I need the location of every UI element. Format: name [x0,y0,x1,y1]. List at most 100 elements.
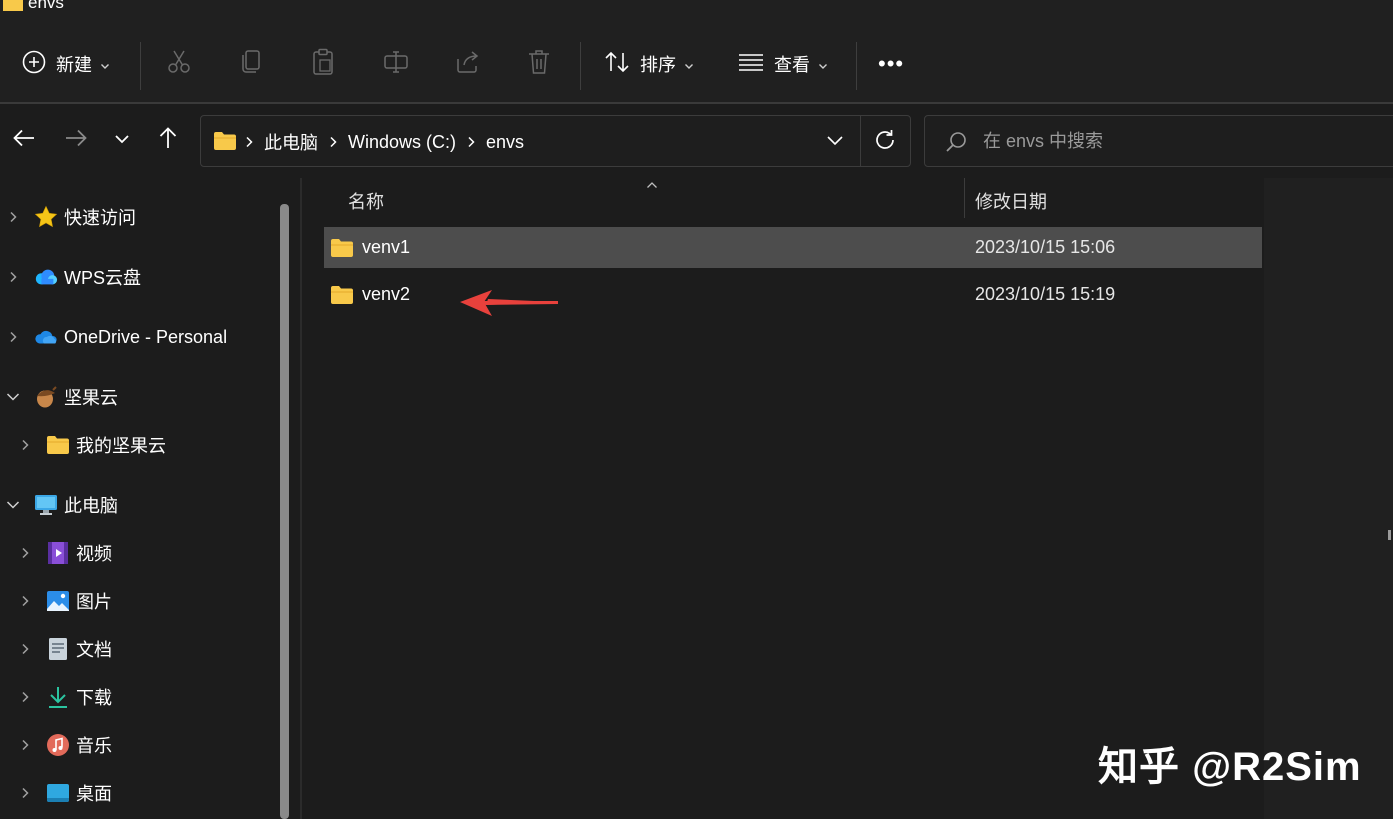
paste-button[interactable] [311,44,335,84]
chevron-down-icon [684,54,694,75]
address-bar[interactable]: 此电脑 Windows (C:) envs [200,115,911,167]
sidebar-scrollbar-thumb[interactable] [280,204,289,819]
expand-chevron-icon[interactable] [18,546,32,560]
new-button[interactable]: 新建 [22,44,110,84]
sidebar-item-onedrive[interactable]: OneDrive - Personal [6,319,227,355]
video-icon [46,541,70,565]
sidebar-item-jianguoyun[interactable]: 坚果云 [6,379,118,415]
folder-icon [330,285,354,305]
chevron-down-icon [818,54,828,75]
sidebar-item-label: 桌面 [76,784,112,804]
share-icon [455,49,481,80]
sort-button-label: 排序 [640,55,676,75]
expand-chevron-icon[interactable] [18,642,32,656]
delete-button[interactable] [527,44,551,84]
search-icon [945,131,967,158]
search-input[interactable] [983,128,1363,154]
list-view-icon [738,52,764,77]
sidebar-item-music[interactable]: 音乐 [18,727,112,763]
breadcrumb: 此电脑 Windows (C:) envs [245,129,524,155]
file-name: venv2 [362,284,411,304]
column-header-date-modified[interactable]: 修改日期 [975,188,1047,214]
arrow-up-icon [159,126,177,154]
breadcrumb-item-envs[interactable]: envs [486,132,524,153]
scissors-icon [166,49,192,80]
command-bar: 新建 排序 查看 ••• [0,14,1393,102]
sidebar-item-label: 文档 [76,640,112,660]
view-button[interactable]: 查看 [738,44,828,84]
search-box[interactable] [924,115,1393,167]
sidebar-item-desktop[interactable]: 桌面 [18,775,112,811]
wps-cloud-icon [34,265,58,289]
chevron-down-icon [100,54,110,75]
copy-button[interactable] [240,44,264,84]
chevron-right-icon [467,136,475,148]
cut-button[interactable] [166,44,192,84]
sort-button[interactable]: 排序 [604,44,694,84]
file-list: 名称 修改日期 venv1 2023/10/15 15:06 venv2 202… [302,178,1264,819]
sidebar-item-my-jianguoyun[interactable]: 我的坚果云 [18,427,166,463]
address-history-chevron-icon[interactable] [825,130,845,155]
more-options-button[interactable]: ••• [878,44,904,84]
expand-chevron-icon[interactable] [18,690,32,704]
expand-chevron-icon[interactable] [6,270,20,284]
arrow-left-icon [13,129,35,152]
sidebar-item-pictures[interactable]: 图片 [18,583,112,619]
toolbar-divider [856,42,857,90]
back-button[interactable] [8,124,40,156]
sidebar-item-videos[interactable]: 视频 [18,535,112,571]
expand-chevron-icon[interactable] [6,330,20,344]
red-arrow-annotation-icon [458,286,562,325]
file-explorer-window: envs 新建 排序 查看 ••• 此电脑 Windows (C:) envs … [0,0,1393,819]
copy-icon [240,49,264,80]
plus-circle-icon [22,50,46,79]
sidebar-item-quick-access[interactable]: 快速访问 [6,199,136,235]
window-title: envs [28,0,64,12]
sort-arrows-icon [604,50,630,79]
sidebar-item-label: 音乐 [76,736,112,756]
chevron-down-icon [114,131,130,149]
desktop-icon [46,781,70,805]
toolbar-divider [140,42,141,90]
sidebar-item-label: 我的坚果云 [76,436,166,456]
breadcrumb-item-this-pc[interactable]: 此电脑 [264,129,318,155]
sidebar-item-label: 图片 [76,592,112,612]
zhihu-watermark: 知乎 @R2Sim [1098,745,1362,789]
ellipsis-icon: ••• [878,51,905,76]
expand-chevron-icon[interactable] [18,438,32,452]
folder-icon [2,0,24,14]
folder-icon [330,238,354,258]
preview-pane [1264,178,1393,819]
breadcrumb-item-drive[interactable]: Windows (C:) [348,132,456,153]
file-name: venv1 [362,237,411,257]
collapse-chevron-icon[interactable] [6,498,20,512]
sidebar-item-this-pc[interactable]: 此电脑 [6,487,118,523]
expand-chevron-icon[interactable] [6,210,20,224]
pictures-icon [46,589,70,613]
column-divider[interactable] [964,178,965,218]
forward-button[interactable] [60,124,92,156]
up-button[interactable] [152,124,184,156]
refresh-icon[interactable] [873,128,897,157]
file-row-venv1[interactable]: venv1 2023/10/15 15:06 [324,227,1262,268]
folder-icon [46,433,70,457]
expand-chevron-icon[interactable] [18,786,32,800]
address-divider [860,116,861,166]
expand-chevron-icon[interactable] [18,594,32,608]
expand-chevron-icon[interactable] [18,738,32,752]
sidebar-item-label: 此电脑 [64,496,118,516]
recent-locations-button[interactable] [106,124,138,156]
column-header-name[interactable]: 名称 [348,188,384,214]
arrow-right-icon [65,129,87,152]
sidebar-item-label: 视频 [76,544,112,564]
sidebar-item-documents[interactable]: 文档 [18,631,112,667]
toolbar-divider [580,42,581,90]
share-button[interactable] [455,44,481,84]
rename-button[interactable] [383,44,409,84]
music-icon [46,733,70,757]
sidebar-item-wps-cloud[interactable]: WPS云盘 [6,259,141,295]
sidebar-item-downloads[interactable]: 下载 [18,679,112,715]
computer-icon [34,493,58,517]
trash-icon [527,49,551,80]
collapse-chevron-icon[interactable] [6,390,20,404]
